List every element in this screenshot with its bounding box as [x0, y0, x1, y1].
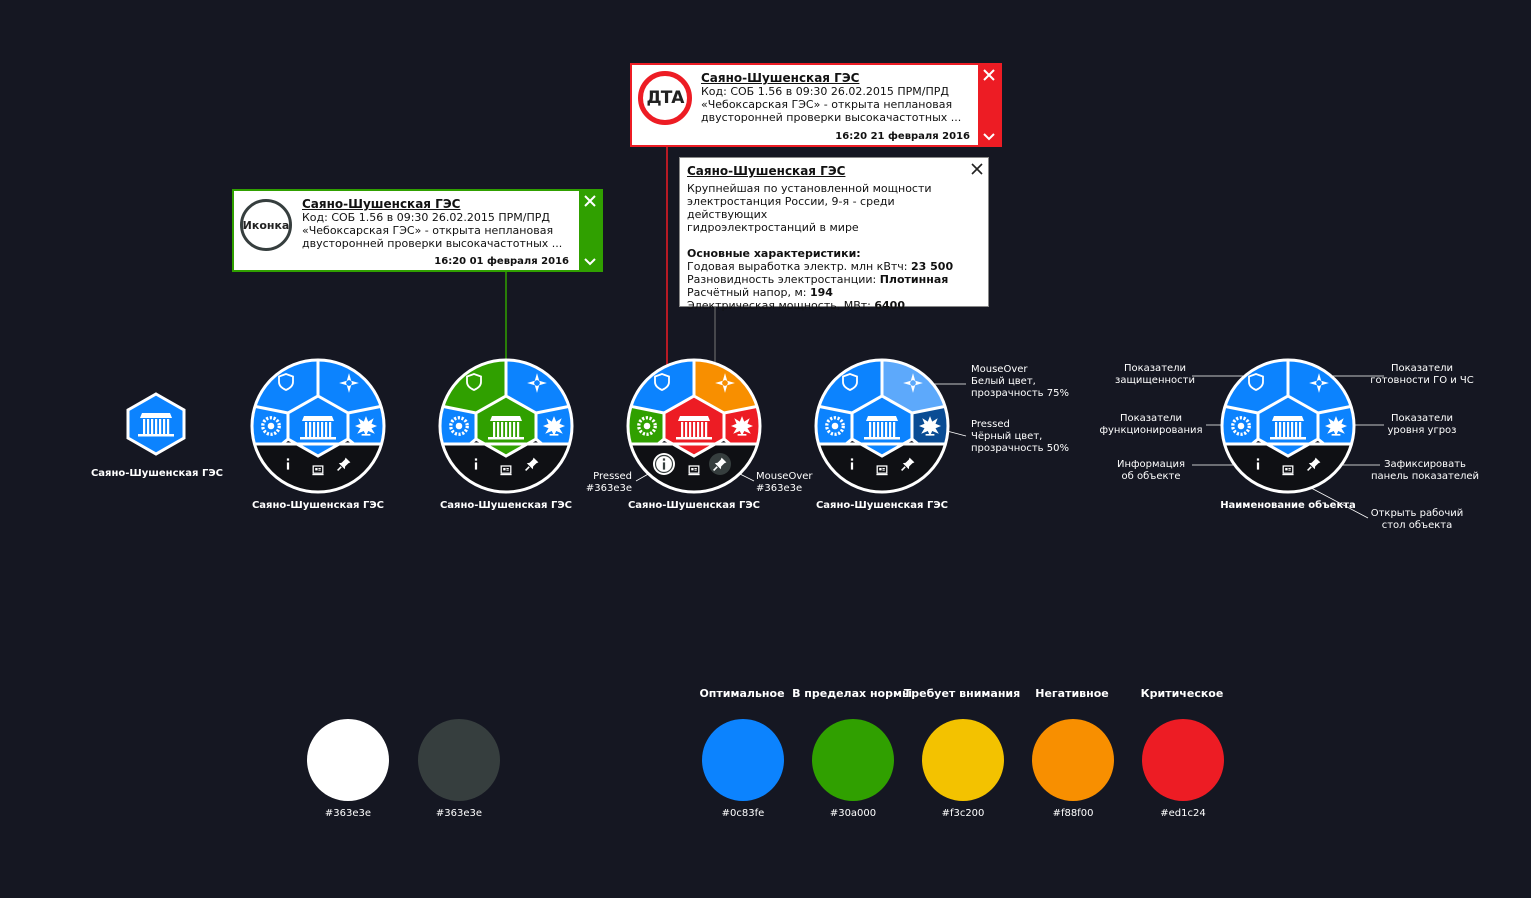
info-icon — [474, 458, 478, 470]
dam-icon — [488, 416, 524, 440]
info-row-value: 194 — [809, 286, 833, 299]
legend-protection: Показатели защищенности — [1115, 363, 1195, 386]
swatch-label: #30a000 — [829, 808, 877, 819]
swatch-critical — [1142, 719, 1224, 801]
card-title[interactable]: Саяно-Шушенская ГЭС — [302, 197, 578, 211]
swatch-dark-gray — [418, 719, 500, 801]
close-icon — [584, 195, 596, 207]
chevron-down-icon — [983, 133, 995, 141]
status-title-attention: Требует внимания — [903, 687, 1021, 700]
object-name: Саяно-Шушенская ГЭС — [815, 500, 949, 511]
card-line: Код: СОБ 1.56 в 09:30 26.02.2015 ПРМ/ПРД — [302, 211, 550, 224]
info-row-label: Годовая выработка электр. млн кВтч: — [687, 260, 911, 273]
info-row-value: Плотинная — [879, 273, 949, 286]
card-line: двусторонней проверки высокачастотных ..… — [701, 111, 962, 124]
standalone-object-icon[interactable] — [124, 392, 188, 456]
pressed-state-note: Pressed Чёрный цвет, прозрачность 50% — [971, 419, 1069, 454]
radial-menu[interactable] — [624, 356, 764, 500]
mouseover-state-note: MouseOver Белый цвет, прозрачность 75% — [971, 364, 1069, 399]
card-line: двусторонней проверки высокачастотных ..… — [302, 237, 563, 250]
dam-icon — [1270, 416, 1306, 440]
object-name: Саяно-Шушенская ГЭС — [251, 500, 385, 511]
event-icon: Иконка — [240, 199, 292, 251]
card-timestamp: 16:20 01 февраля 2016 — [434, 256, 569, 267]
legend-open-desktop: Открыть рабочий стол объекта — [1370, 508, 1464, 531]
legend-threat-level: Показатели уровня угроз — [1387, 413, 1457, 436]
status-title-optimal: Оптимальное — [699, 687, 785, 700]
standalone-object-name: Саяно-Шушенская ГЭС — [90, 468, 224, 479]
pressed-annotation: Pressed #363e3e — [585, 471, 632, 494]
swatch-label: #f88f00 — [1052, 808, 1094, 819]
info-icon — [1256, 458, 1260, 470]
swatch-normal — [812, 719, 894, 801]
notification-card-green[interactable]: Иконка Саяно-Шушенская ГЭС Код: СОБ 1.56… — [232, 189, 603, 272]
legend-functioning: Показатели функционирования — [1099, 413, 1203, 436]
info-desc: Крупнейшая по установленной мощности — [687, 182, 932, 195]
card-title[interactable]: Саяно-Шушенская ГЭС — [687, 164, 967, 178]
status-title-critical: Критическое — [1140, 687, 1224, 700]
info-row: Годовая выработка электр. млн кВтч: 23 5… — [687, 260, 967, 273]
legend-object-info: Информация об объекте — [1116, 459, 1186, 482]
info-row-label: Электрическая мощность, МВт: — [687, 299, 875, 312]
legend-go-readiness: Показатели готовности ГО и ЧС — [1370, 363, 1474, 386]
info-desc: гидроэлектростанций в мире — [687, 221, 859, 234]
swatch-optimal — [702, 719, 784, 801]
object-name: Наименование объекта — [1220, 500, 1356, 511]
swatch-label: #363e3e — [324, 808, 372, 819]
legend-pin-panel: Зафиксировать панель показателей — [1370, 459, 1480, 482]
swatch-attention — [922, 719, 1004, 801]
card-timestamp: 16:20 21 февраля 2016 — [835, 131, 970, 142]
swatch-label: #f3c200 — [941, 808, 985, 819]
object-info-card[interactable]: Саяно-Шушенская ГЭС Крупнейшая по устано… — [679, 157, 989, 312]
card-title[interactable]: Саяно-Шушенская ГЭС — [701, 71, 975, 85]
info-heading: Основные характеристики: — [687, 247, 861, 260]
object-name: Саяно-Шушенская ГЭС — [439, 500, 573, 511]
info-row: Расчётный напор, м: 194 — [687, 286, 967, 299]
info-row: Разновидность электростанции: Плотинная — [687, 273, 967, 286]
card-line: «Чебоксарская ГЭС» - открыта неплановая — [701, 98, 953, 111]
info-row: Электрическая мощность, МВт: 6400 — [687, 299, 967, 312]
info-icon — [850, 458, 854, 470]
dam-icon — [138, 413, 174, 437]
card-line: Код: СОБ 1.56 в 09:30 26.02.2015 ПРМ/ПРД — [701, 85, 949, 98]
radial-menu[interactable] — [248, 356, 388, 500]
card-line: «Чебоксарская ГЭС» - открыта неплановая — [302, 224, 554, 237]
info-row-label: Расчётный напор, м: — [687, 286, 810, 299]
info-row-value: 23 500 — [911, 260, 954, 273]
notification-card-red[interactable]: ДТА Саяно-Шушенская ГЭС Код: СОБ 1.56 в … — [630, 63, 1002, 147]
chevron-down-icon — [584, 258, 596, 266]
info-row-label: Разновидность электростанции: — [687, 273, 880, 286]
swatch-label: #0c83fe — [721, 808, 765, 819]
swatch-white — [307, 719, 389, 801]
dam-icon — [864, 416, 900, 440]
dam-icon — [676, 416, 712, 440]
dam-icon — [300, 416, 336, 440]
swatch-negative — [1032, 719, 1114, 801]
radial-menu[interactable] — [436, 356, 576, 500]
radial-menu[interactable] — [1218, 356, 1358, 500]
mouseover-annotation: MouseOver #363e3e — [756, 471, 813, 494]
info-row-value: 6400 — [874, 299, 905, 312]
close-icon[interactable] — [970, 162, 984, 176]
close-icon — [983, 69, 995, 81]
info-desc: электростанция России, 9-я - среди дейст… — [687, 195, 895, 221]
dta-icon: ДТА — [638, 71, 692, 125]
card-side-bar — [978, 65, 1000, 145]
swatch-label: #363e3e — [435, 808, 483, 819]
card-side-bar — [579, 191, 601, 270]
info-icon — [286, 458, 290, 470]
object-name: Саяно-Шушенская ГЭС — [627, 500, 761, 511]
status-title-negative: Негативное — [1035, 687, 1109, 700]
swatch-label: #ed1c24 — [1160, 808, 1206, 819]
status-title-normal: В пределах нормы — [792, 687, 912, 700]
